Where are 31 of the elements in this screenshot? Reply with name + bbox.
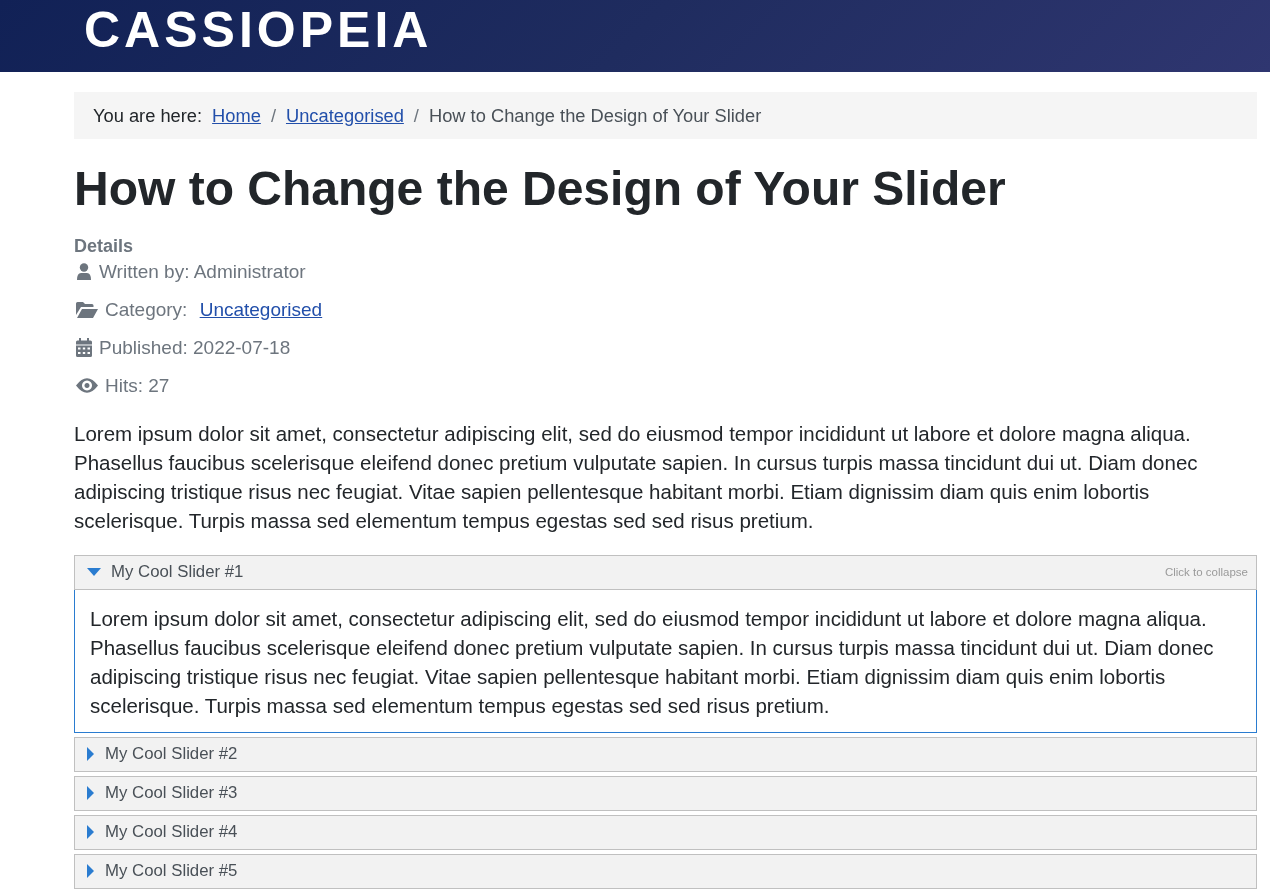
eye-icon	[76, 378, 98, 394]
breadcrumb-label: You are here:	[93, 104, 203, 127]
slider-header[interactable]: My Cool Slider #2	[74, 736, 1257, 772]
caret-right-icon	[87, 786, 95, 801]
caret-right-icon	[87, 864, 95, 879]
calendar-icon	[76, 338, 92, 358]
category-link[interactable]: Uncategorised	[199, 298, 323, 321]
caret-right-icon	[87, 825, 95, 840]
caret-right-icon	[87, 747, 95, 762]
breadcrumb-link[interactable]: Uncategorised	[285, 104, 404, 127]
slider-text: Lorem ipsum dolor sit amet, consectetur adipiscing elit, sed do eiusmod tempor incididunt ut labore et dolore magna aliqua. Phasellus faucibus scelerisque eleifend donec pretium vulputate sapien. In cursus turpis massa tincidunt dui ut. Diam donec adipiscing tristique risus nec feugiat. Vitae sapien pellentesque habitant morbi. Etiam dignissim diam quis enim lobortis scelerisque. Turpis massa sed elementum tempus egestas sed sed risus pretium.	[90, 605, 1215, 719]
breadcrumb-separator: /	[413, 104, 419, 127]
slider-header[interactable]: My Cool Slider #1 Click to collapse	[74, 554, 1257, 590]
meta-text: Written by: Administrator	[99, 260, 306, 283]
breadcrumb-current: How to Change the Design of Your Slider	[428, 104, 762, 127]
collapse-hint: Click to collapse	[1164, 566, 1248, 579]
slider-header[interactable]: My Cool Slider #3	[74, 775, 1257, 811]
caret-down-icon	[87, 568, 101, 577]
breadcrumb-separator: /	[270, 104, 276, 127]
breadcrumb-link[interactable]: Home	[212, 104, 261, 127]
article-body: Lorem ipsum dolor sit amet, consectetur adipiscing elit, sed do eiusmod tempor incididunt ut labore et dolore magna aliqua. Phasellus faucibus scelerisque eleifend donec pretium vulputate sapien. In cursus turpis massa tincidunt dui ut. Diam donec adipiscing tristique risus nec feugiat. Vitae sapien pellentesque habitant morbi. Etiam dignissim diam quis enim lobortis scelerisque. Turpis massa sed elementum tempus egestas sed sed risus pretium.	[74, 420, 1199, 534]
meta-text: Published: 2022-07-18	[99, 336, 291, 359]
site-logo[interactable]: CASSIOPEIA	[84, 5, 433, 55]
slider-header[interactable]: My Cool Slider #4	[74, 814, 1257, 850]
meta-text: Hits: 27	[105, 374, 170, 397]
meta-text: Category:	[105, 298, 189, 321]
details-heading: Details	[74, 235, 135, 257]
article-title: How to Change the Design of Your Slider	[74, 163, 1007, 216]
slider-header[interactable]: My Cool Slider #5	[74, 853, 1257, 889]
user-icon	[76, 262, 92, 281]
folder-icon	[76, 301, 98, 318]
